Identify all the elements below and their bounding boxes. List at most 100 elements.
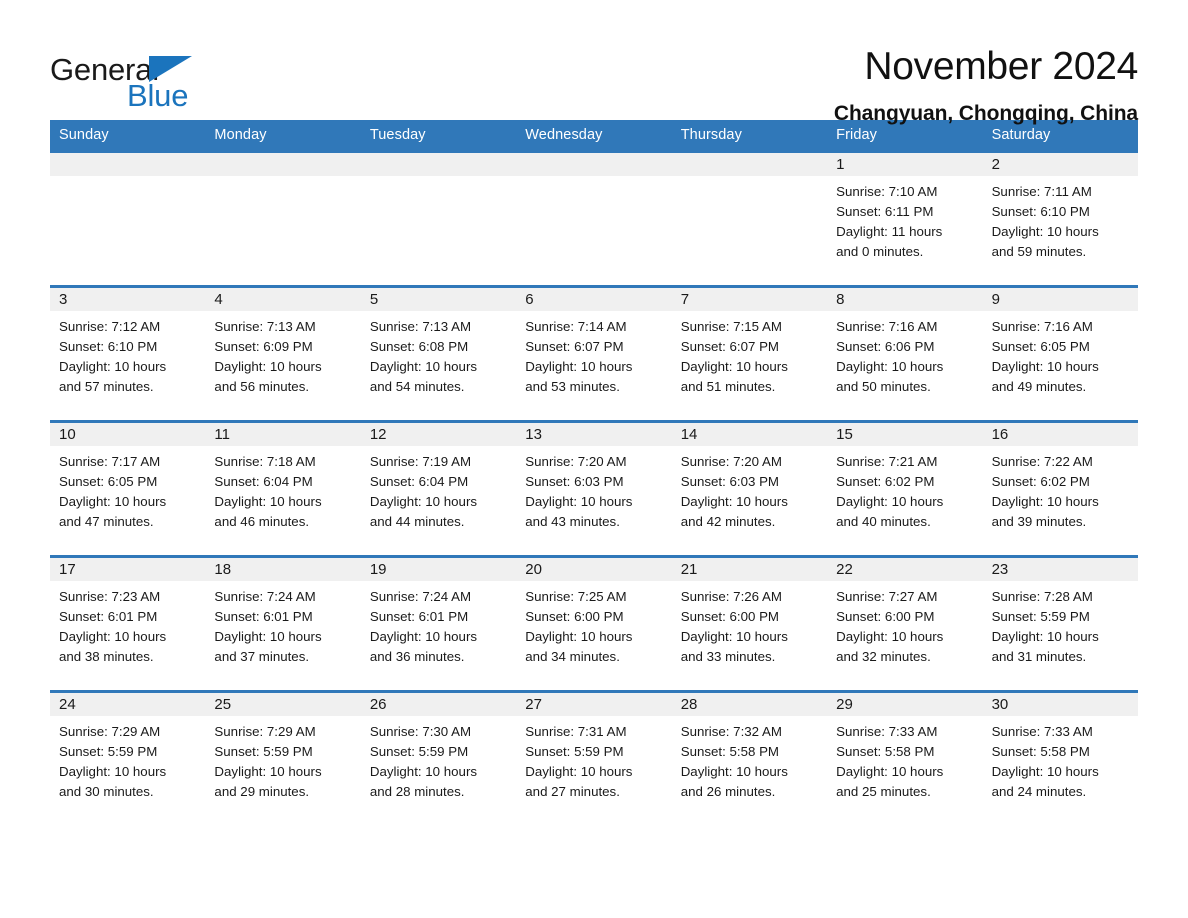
calendar-week-row: 24 Sunrise: 7:29 AM Sunset: 5:59 PM Dayligh…: [50, 690, 1138, 825]
sunrise-text: Sunrise: 7:29 AM: [59, 724, 161, 739]
daylight-text-line2: and 27 minutes.: [525, 784, 620, 799]
day-details: Sunrise: 7:16 AM Sunset: 6:05 PM Daylight:…: [982, 311, 1138, 397]
day-number: 7: [680, 291, 690, 308]
day-number-band: 7: [671, 288, 828, 311]
sunrise-text: Sunrise: 7:16 AM: [991, 319, 1093, 334]
day-cell[interactable]: 20 Sunrise: 7:25 AM Sunset: 6:00 PM Dayligh…: [516, 558, 672, 690]
day-cell[interactable]: 30 Sunrise: 7:33 AM Sunset: 5:58 PM Dayligh…: [982, 693, 1138, 825]
sunset-text: Sunset: 6:03 PM: [525, 474, 624, 489]
day-cell[interactable]: 18 Sunrise: 7:24 AM Sunset: 6:01 PM Dayligh…: [205, 558, 361, 690]
day-cell[interactable]: [205, 153, 361, 285]
day-cell[interactable]: [360, 153, 517, 285]
day-cell[interactable]: 28 Sunrise: 7:32 AM Sunset: 5:58 PM Dayligh…: [671, 693, 828, 825]
day-number-band: 26: [360, 693, 517, 716]
sunrise-text: Sunrise: 7:12 AM: [59, 319, 161, 334]
day-number-band: 17: [50, 558, 206, 581]
daylight-text-line1: Daylight: 10 hours: [991, 359, 1099, 374]
daylight-text-line2: and 30 minutes.: [59, 784, 154, 799]
day-number: 3: [59, 291, 68, 308]
day-cell[interactable]: 5 Sunrise: 7:13 AM Sunset: 6:08 PM Daylight…: [360, 288, 517, 420]
sunrise-text: Sunrise: 7:27 AM: [836, 589, 938, 604]
sunrise-text: Sunrise: 7:24 AM: [214, 589, 316, 604]
day-cell[interactable]: 4 Sunrise: 7:13 AM Sunset: 6:09 PM Daylight…: [205, 288, 361, 420]
day-cell[interactable]: [516, 153, 672, 285]
day-cell[interactable]: 2 Sunrise: 7:11 AM Sunset: 6:10 PM Daylight…: [982, 153, 1138, 285]
day-cell[interactable]: 19 Sunrise: 7:24 AM Sunset: 6:01 PM Dayligh…: [360, 558, 517, 690]
day-number: 28: [680, 696, 698, 713]
day-cell[interactable]: 8 Sunrise: 7:16 AM Sunset: 6:06 PM Daylight…: [827, 288, 983, 420]
day-details: Sunrise: 7:30 AM Sunset: 5:59 PM Daylight:…: [360, 716, 517, 802]
sunrise-text: Sunrise: 7:14 AM: [525, 319, 627, 334]
day-cell[interactable]: 25 Sunrise: 7:29 AM Sunset: 5:59 PM Dayligh…: [205, 693, 361, 825]
daylight-text-line1: Daylight: 10 hours: [214, 359, 322, 374]
day-cell[interactable]: 10 Sunrise: 7:17 AM Sunset: 6:05 PM Dayligh…: [50, 423, 206, 555]
sunset-text: Sunset: 6:10 PM: [59, 339, 158, 354]
day-number-band: 1: [827, 153, 983, 176]
day-cell[interactable]: 16 Sunrise: 7:22 AM Sunset: 6:02 PM Dayligh…: [982, 423, 1138, 555]
day-details: Sunrise: 7:33 AM Sunset: 5:58 PM Daylight:…: [827, 716, 983, 802]
daylight-text-line1: Daylight: 10 hours: [369, 359, 478, 374]
sunset-text: Sunset: 6:00 PM: [525, 609, 624, 624]
day-number-band: 4: [205, 288, 361, 311]
day-cell[interactable]: 22 Sunrise: 7:27 AM Sunset: 6:00 PM Dayligh…: [827, 558, 983, 690]
day-number: 29: [836, 696, 853, 713]
daylight-text-line2: and 51 minutes.: [680, 379, 776, 394]
daylight-text-line2: and 44 minutes.: [369, 514, 465, 529]
day-cell[interactable]: 9 Sunrise: 7:16 AM Sunset: 6:05 PM Daylight…: [982, 288, 1138, 420]
daylight-text-line2: and 59 minutes.: [991, 244, 1087, 259]
day-number: 20: [525, 561, 542, 578]
day-cell[interactable]: 15 Sunrise: 7:21 AM Sunset: 6:02 PM Dayligh…: [827, 423, 983, 555]
sunset-text: Sunset: 6:01 PM: [369, 609, 469, 624]
day-number: 22: [836, 561, 853, 578]
daylight-text-line1: Daylight: 10 hours: [836, 629, 944, 644]
day-cell[interactable]: [671, 153, 828, 285]
day-number-band: [516, 153, 672, 176]
day-cell[interactable]: 7 Sunrise: 7:15 AM Sunset: 6:07 PM Daylight…: [671, 288, 828, 420]
day-cell[interactable]: 26 Sunrise: 7:30 AM Sunset: 5:59 PM Dayligh…: [360, 693, 517, 825]
calendar-week-row: 3 Sunrise: 7:12 AM Sunset: 6:10 PM Daylight…: [50, 285, 1138, 420]
day-cell[interactable]: 11 Sunrise: 7:18 AM Sunset: 6:04 PM Dayligh…: [205, 423, 361, 555]
daylight-text-line1: Daylight: 10 hours: [991, 224, 1099, 239]
day-cell[interactable]: 6 Sunrise: 7:14 AM Sunset: 6:07 PM Daylight…: [516, 288, 672, 420]
calendar-week-row: 10 Sunrise: 7:17 AM Sunset: 6:05 PM Dayligh…: [50, 420, 1138, 555]
day-number: 25: [214, 696, 232, 713]
day-cell[interactable]: 29 Sunrise: 7:33 AM Sunset: 5:58 PM Dayligh…: [827, 693, 983, 825]
day-cell[interactable]: [50, 153, 206, 285]
sunset-text: Sunset: 6:04 PM: [214, 474, 313, 489]
day-details: Sunrise: 7:15 AM Sunset: 6:07 PM Daylight:…: [671, 311, 828, 397]
day-cell[interactable]: 14 Sunrise: 7:20 AM Sunset: 6:03 PM Dayligh…: [671, 423, 828, 555]
daylight-text-line2: and 56 minutes.: [214, 379, 310, 394]
general-blue-logo[interactable]: General Blue: [50, 46, 200, 111]
daylight-text-line1: Daylight: 10 hours: [991, 764, 1099, 779]
sunrise-text: Sunrise: 7:18 AM: [214, 454, 316, 469]
day-details: Sunrise: 7:14 AM Sunset: 6:07 PM Daylight:…: [516, 311, 672, 397]
daylight-text-line2: and 50 minutes.: [836, 379, 931, 394]
daylight-text-line1: Daylight: 10 hours: [991, 629, 1099, 644]
day-number-band: [205, 153, 361, 176]
day-cell[interactable]: 3 Sunrise: 7:12 AM Sunset: 6:10 PM Daylight…: [50, 288, 206, 420]
day-cell[interactable]: 1 Sunrise: 7:10 AM Sunset: 6:11 PM Daylight…: [827, 153, 983, 285]
weekday-header-thursday: Thursday: [680, 127, 742, 143]
day-number-band: [671, 153, 828, 176]
calendar-grid: Sunday Monday Tuesday Wednesday Thursday…: [50, 120, 1138, 825]
day-number: 27: [525, 696, 542, 713]
sunrise-text: Sunrise: 7:13 AM: [369, 319, 472, 334]
sunset-text: Sunset: 5:58 PM: [991, 744, 1090, 759]
day-details: [516, 176, 672, 182]
weekday-header-friday: Friday: [836, 127, 878, 143]
day-cell[interactable]: 21 Sunrise: 7:26 AM Sunset: 6:00 PM Dayligh…: [671, 558, 828, 690]
day-number: 9: [991, 291, 1000, 308]
day-cell[interactable]: 23 Sunrise: 7:28 AM Sunset: 5:59 PM Dayligh…: [982, 558, 1138, 690]
day-cell[interactable]: 24 Sunrise: 7:29 AM Sunset: 5:59 PM Dayligh…: [50, 693, 206, 825]
day-details: Sunrise: 7:22 AM Sunset: 6:02 PM Daylight:…: [982, 446, 1138, 532]
day-number-band: 6: [516, 288, 672, 311]
day-cell[interactable]: 17 Sunrise: 7:23 AM Sunset: 6:01 PM Dayligh…: [50, 558, 206, 690]
day-number-band: 20: [516, 558, 672, 581]
sunset-text: Sunset: 6:09 PM: [214, 339, 313, 354]
daylight-text-line2: and 38 minutes.: [59, 649, 154, 664]
day-cell[interactable]: 12 Sunrise: 7:19 AM Sunset: 6:04 PM Dayligh…: [360, 423, 517, 555]
daylight-text-line2: and 29 minutes.: [214, 784, 310, 799]
day-details: Sunrise: 7:29 AM Sunset: 5:59 PM Daylight:…: [50, 716, 206, 802]
day-cell[interactable]: 27 Sunrise: 7:31 AM Sunset: 5:59 PM Dayligh…: [516, 693, 672, 825]
day-cell[interactable]: 13 Sunrise: 7:20 AM Sunset: 6:03 PM Dayligh…: [516, 423, 672, 555]
